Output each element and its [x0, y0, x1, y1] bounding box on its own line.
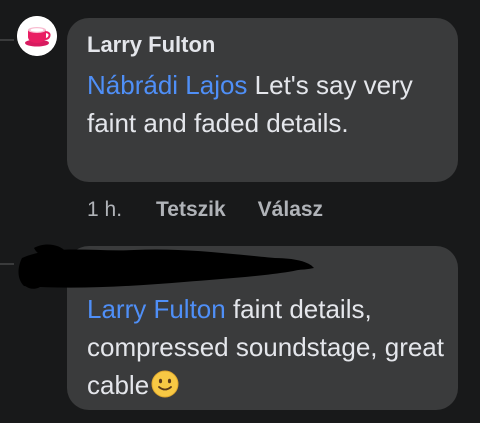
slightly-smiling-face-icon [151, 370, 179, 398]
comment-actions: 1 h. Tetszik Válasz [87, 196, 323, 224]
like-button[interactable]: Tetszik [156, 198, 226, 222]
avatar-teacup-icon [17, 16, 57, 56]
comment-timestamp[interactable]: 1 h. [87, 198, 122, 222]
comment-bubble: Larry Fulton Nábrádi Lajos Let's say ver… [67, 18, 458, 182]
reply-body: Larry Fulton faint details, compressed s… [87, 290, 447, 404]
comment-body: Nábrádi Lajos Let's say very faint and f… [87, 66, 447, 142]
reply-button[interactable]: Válasz [258, 198, 323, 222]
mention-link[interactable]: Nábrádi Lajos [87, 70, 247, 100]
redaction-scribble [18, 244, 314, 289]
thread-connector-line [0, 263, 14, 265]
thread-connector-line [0, 39, 14, 41]
comment-author[interactable]: Larry Fulton [87, 32, 215, 58]
avatar[interactable] [17, 16, 57, 56]
mention-link[interactable]: Larry Fulton [87, 294, 226, 324]
